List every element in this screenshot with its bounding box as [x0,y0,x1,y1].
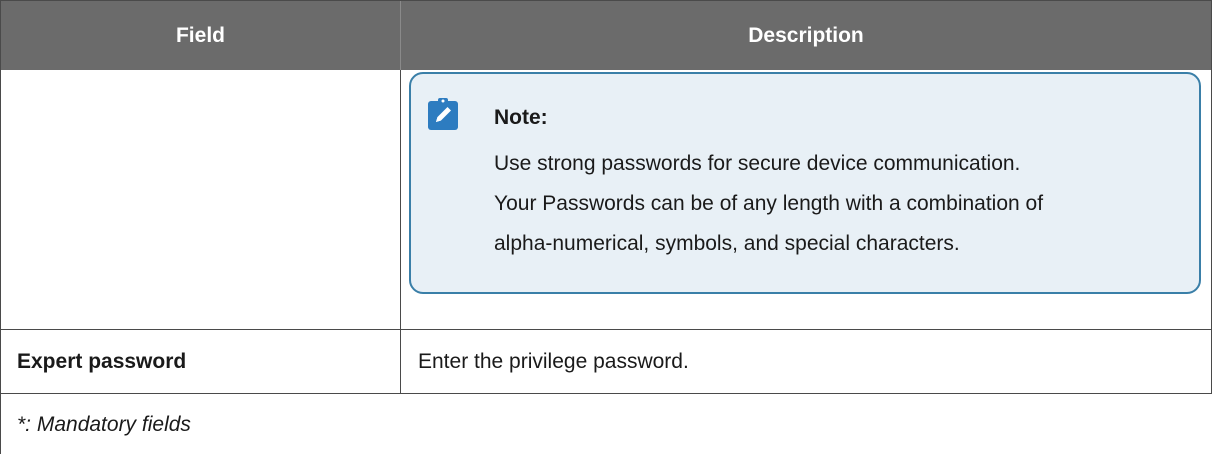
pencil-note-icon [428,98,458,130]
note-line: Use strong passwords for secure device c… [494,152,1021,175]
table-header-row: Field Description [1,1,1212,70]
table-row: Expert password Enter the privilege pass… [1,330,1212,394]
field-name-expert-password: Expert password [1,330,401,393]
field-cell-empty [1,70,401,329]
note-body: Use strong passwords for secure device c… [494,144,1043,264]
table-row: Note: Use strong passwords for secure de… [1,70,1212,330]
note-line: Your Passwords can be of any length with… [494,192,1044,215]
header-description: Description [401,1,1212,70]
description-cell: Note: Use strong passwords for secure de… [401,70,1212,329]
header-field: Field [1,1,401,70]
note-line: alpha-numerical, symbols, and special ch… [494,232,960,255]
note-callout: Note: Use strong passwords for secure de… [409,72,1201,294]
description-expert-password: Enter the privilege password. [401,330,1212,393]
parameters-table: Field Description Note: Use strong passw… [0,0,1212,454]
note-title: Note: [494,106,548,129]
table-footer-mandatory: *: Mandatory fields [17,412,191,436]
